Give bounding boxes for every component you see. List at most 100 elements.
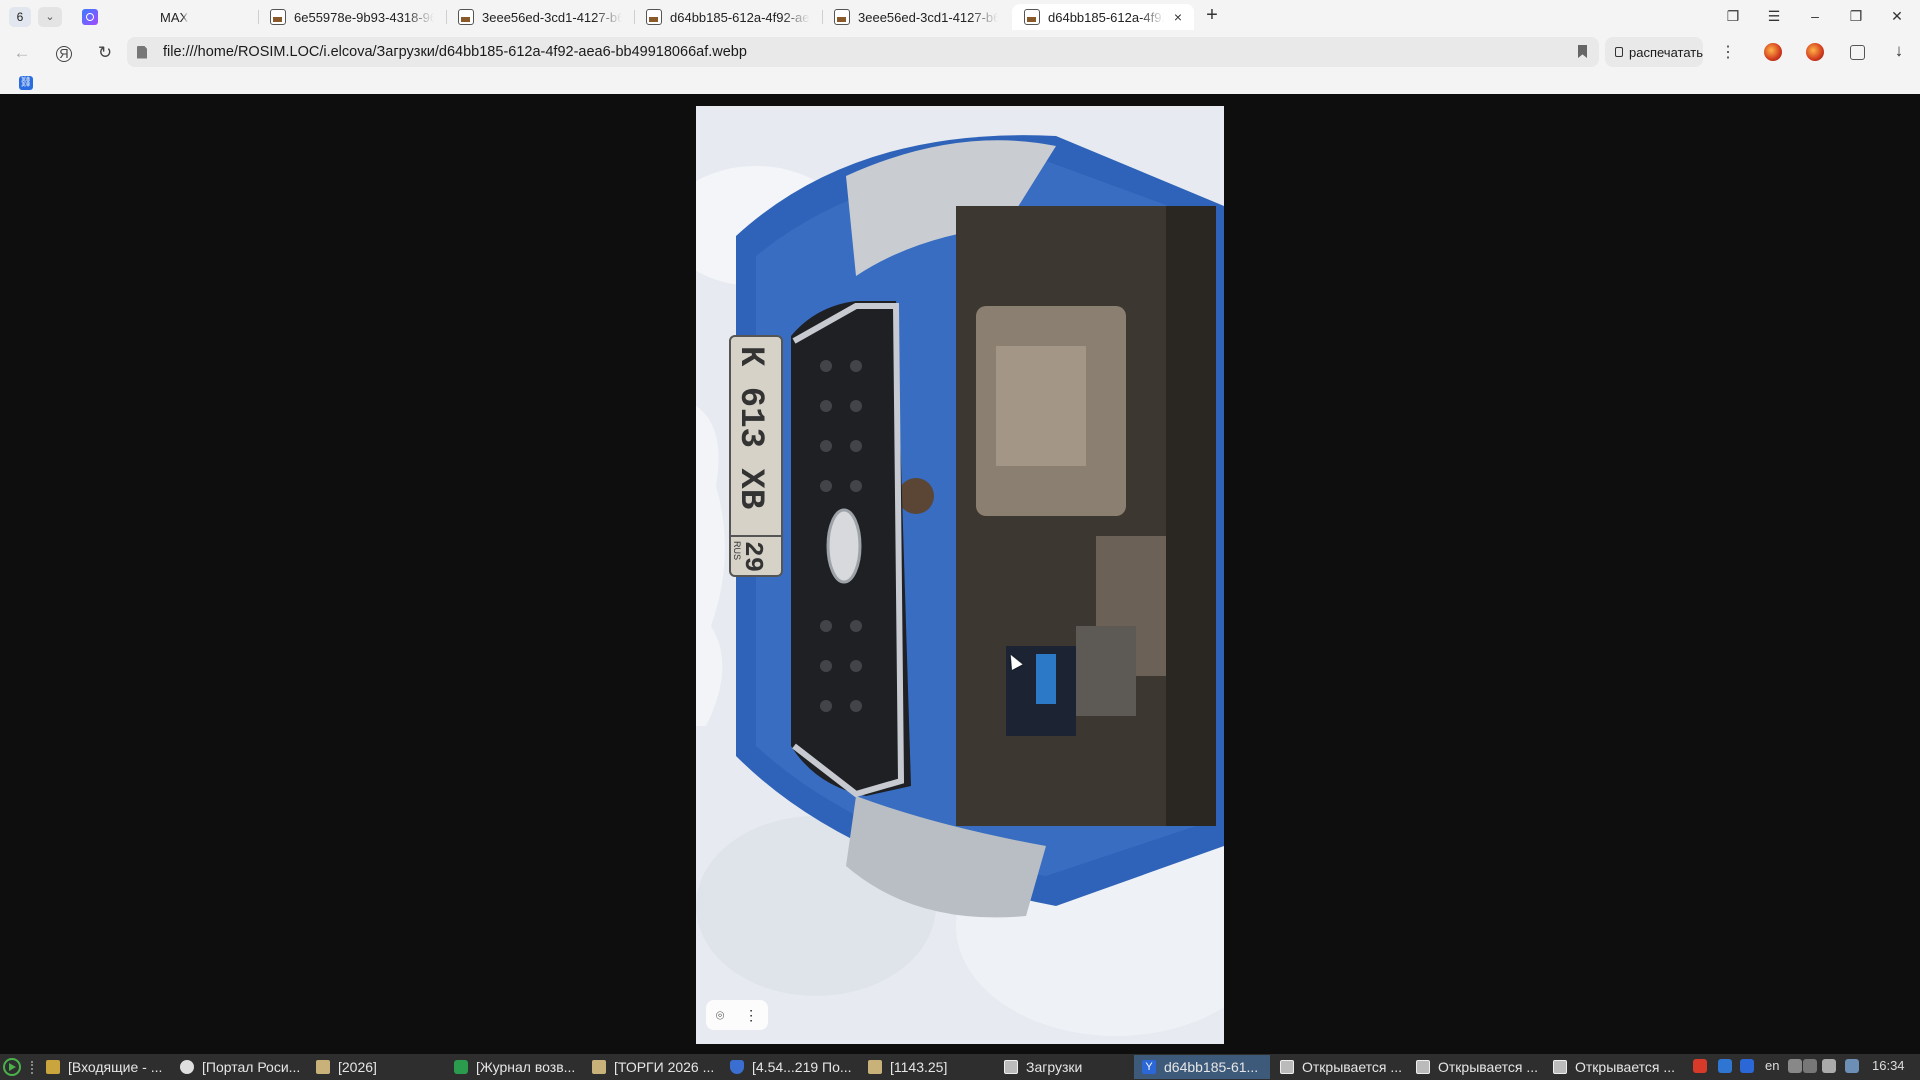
image-viewer: К 613 ХВ 29 RUS ⌾ ⋮ (0, 94, 1920, 1054)
tab-list-dropdown[interactable]: ⌄ (38, 7, 62, 27)
task-opening-2[interactable]: Открывается ... (1408, 1055, 1544, 1079)
taskbar-grip (31, 1061, 36, 1074)
address-bar[interactable]: file:///home/ROSIM.LOC/i.elcova/Загрузки… (127, 37, 1599, 67)
start-menu-button[interactable] (3, 1058, 21, 1076)
task-label: [1143.25] (890, 1059, 948, 1075)
taskbar: [Входящие - ... [Портал Роси... [2026] [… (0, 1054, 1920, 1080)
task-label: [Журнал возв... (476, 1059, 576, 1075)
print-label: распечатать (1629, 44, 1703, 60)
task-torgi[interactable]: [ТОРГИ 2026 ... (584, 1055, 720, 1079)
browser-chrome: 6 ⌄ MAX 6e55978e-9b93-4318-96e8 3eee56ed… (0, 0, 1920, 94)
task-browser[interactable]: Y d64bb185-61... (1134, 1055, 1270, 1079)
image-file-icon (834, 9, 850, 25)
task-label: Открывается ... (1302, 1059, 1403, 1075)
tab-title: 6e55978e-9b93-4318-96e8 (294, 9, 434, 25)
bookmark-link-icon[interactable]: ⛓ (19, 76, 33, 90)
new-tab-button[interactable]: + (1201, 5, 1223, 27)
tab-title: d64bb185-612a-4f92-aea6 (1048, 9, 1164, 25)
folder-icon (316, 1060, 330, 1074)
task-label: [4.54...219 По... (752, 1059, 852, 1075)
volume-icon[interactable] (1788, 1059, 1802, 1073)
extensions-icon[interactable] (1850, 45, 1865, 60)
minimize-icon: – (1811, 8, 1819, 24)
image-file-icon (1024, 9, 1040, 25)
clock[interactable]: 16:34 (1872, 1058, 1905, 1076)
task-portal[interactable]: [Портал Роси... (172, 1055, 312, 1079)
download-icon: ↓ (1894, 41, 1904, 60)
tab-max[interactable]: MAX (70, 4, 250, 30)
clipboard-icon[interactable] (1822, 1059, 1836, 1073)
camera-icon[interactable]: ⌾ (716, 1007, 724, 1024)
tab-image-2[interactable]: 3eee56ed-3cd1-4127-b6d (446, 4, 634, 30)
task-opening-1[interactable]: Открывается ... (1272, 1055, 1408, 1079)
task-journal[interactable]: [Журнал возв... (446, 1055, 582, 1079)
more-vertical-icon: ⋮ (1720, 44, 1736, 61)
task-label: [2026] (338, 1059, 377, 1075)
max-logo-icon (82, 9, 98, 25)
restore-button[interactable]: ❐ (1842, 5, 1870, 27)
yandex-home-button[interactable]: Я (53, 42, 75, 64)
bookmarks-bar: ⛓ (0, 71, 1920, 94)
image-viewer-icon (1280, 1060, 1294, 1074)
tab-title: 3eee56ed-3cd1-4127-b6d (858, 9, 998, 25)
chevron-down-icon: ⌄ (45, 11, 55, 23)
network-icon[interactable] (1803, 1059, 1817, 1073)
page-menu-button[interactable]: ⋮ (1720, 42, 1736, 64)
car-photo-drawing: К 613 ХВ 29 RUS (696, 106, 1224, 1044)
license-plate: К 613 ХВ 29 RUS (729, 335, 783, 577)
tray-yandex-icon[interactable] (1740, 1059, 1754, 1073)
more-vertical-icon[interactable]: ⋮ (744, 1007, 758, 1024)
back-button[interactable]: ← (11, 42, 33, 64)
downloads-button[interactable]: ↓ (1889, 41, 1909, 63)
address-row: ← Я ↻ file:///home/ROSIM.LOC/i.elcova/За… (0, 33, 1920, 71)
restore-icon: ❐ (1849, 8, 1863, 24)
task-downloads[interactable]: Загрузки (996, 1055, 1132, 1079)
reload-button[interactable]: ↻ (94, 42, 116, 64)
tab-image-3[interactable]: d64bb185-612a-4f92-aea6 (634, 4, 822, 30)
task-mail[interactable]: [Входящие - ... (38, 1055, 168, 1079)
task-opening-3[interactable]: Открывается ... (1545, 1055, 1681, 1079)
mail-icon (46, 1060, 60, 1074)
task-label: [Входящие - ... (68, 1059, 163, 1075)
minimize-button[interactable]: – (1801, 5, 1829, 27)
folder-icon (592, 1060, 606, 1074)
close-icon: ✕ (1891, 8, 1903, 24)
task-folder-2026[interactable]: [2026] (308, 1055, 444, 1079)
task-app[interactable]: [4.54...219 По... (722, 1055, 858, 1079)
image-viewer-icon (1004, 1060, 1018, 1074)
green-app-icon (454, 1060, 468, 1074)
tab-count-button[interactable]: 6 (9, 7, 31, 27)
file-page-icon (137, 45, 147, 59)
task-label: [Портал Роси... (202, 1059, 301, 1075)
printer-icon (1615, 47, 1623, 57)
tab-title: d64bb185-612a-4f92-aea6 (670, 9, 810, 25)
url-text: file:///home/ROSIM.LOC/i.elcova/Загрузки… (163, 44, 747, 60)
print-button[interactable]: распечатать (1605, 37, 1703, 67)
keyboard-layout[interactable]: en (1765, 1058, 1779, 1076)
tab-manager-button[interactable]: ❐ (1719, 5, 1747, 27)
folder-icon (868, 1060, 882, 1074)
plus-icon: + (1206, 4, 1218, 26)
bookmark-icon[interactable] (1578, 45, 1587, 58)
tab-strip: 6 ⌄ MAX 6e55978e-9b93-4318-96e8 3eee56ed… (0, 0, 1920, 33)
tab-image-4[interactable]: 3eee56ed-3cd1-4127-b6d (822, 4, 1010, 30)
tab-image-active[interactable]: d64bb185-612a-4f92-aea6 × (1012, 4, 1194, 30)
extension-red-icon[interactable] (1806, 43, 1824, 61)
kia-badge (826, 508, 862, 584)
image-overlay-toolbar: ⌾ ⋮ (706, 1000, 768, 1030)
image-viewer-icon (1553, 1060, 1567, 1074)
yandex-logo-icon: Я (56, 46, 72, 62)
task-label: Открывается ... (1575, 1059, 1676, 1075)
yandex-browser-icon: Y (1142, 1060, 1156, 1074)
tray-shield-icon[interactable] (1718, 1059, 1732, 1073)
task-folder-1143[interactable]: [1143.25] (860, 1055, 996, 1079)
close-tab-icon[interactable]: × (1174, 9, 1182, 25)
tab-image-1[interactable]: 6e55978e-9b93-4318-96e8 (258, 4, 446, 30)
tray-pen-icon[interactable] (1693, 1059, 1707, 1073)
main-menu-button[interactable]: ☰ (1760, 5, 1788, 27)
display-icon[interactable] (1845, 1059, 1859, 1073)
hamburger-menu-icon: ☰ (1767, 8, 1781, 24)
reload-icon: ↻ (97, 43, 113, 62)
extension-red-icon[interactable] (1764, 43, 1782, 61)
close-window-button[interactable]: ✕ (1883, 5, 1911, 27)
